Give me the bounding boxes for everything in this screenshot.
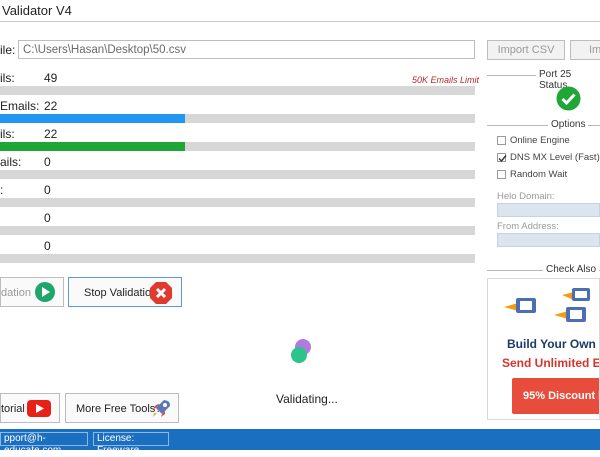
dns-mx-checkbox[interactable] bbox=[497, 153, 507, 163]
import-csv-button[interactable]: Import CSV bbox=[487, 40, 565, 60]
import-label: Im bbox=[589, 44, 600, 56]
checkmark-icon bbox=[498, 155, 507, 163]
helo-domain-label: Helo Domain: bbox=[497, 191, 555, 202]
tutorial-label: torial bbox=[1, 403, 25, 415]
stop-icon bbox=[150, 282, 172, 304]
youtube-icon bbox=[27, 400, 51, 417]
loading-spinner-icon bbox=[291, 339, 311, 363]
check-also-heading: Check Also bbox=[543, 264, 600, 275]
start-validation-button[interactable]: dation bbox=[0, 277, 64, 307]
stat-value: 0 bbox=[44, 239, 51, 253]
stat-progress-fill bbox=[0, 142, 186, 151]
options-heading: Options bbox=[548, 119, 589, 130]
more-free-tools-button[interactable]: More Free Tools? bbox=[65, 393, 179, 423]
start-validation-label: dation bbox=[1, 287, 31, 299]
discount-button[interactable]: 95% Discount N bbox=[512, 378, 600, 414]
stop-validation-button[interactable]: Stop Validation bbox=[68, 277, 182, 307]
import-button[interactable]: Im bbox=[570, 40, 600, 60]
stat-progress-fill bbox=[0, 114, 186, 123]
from-address-input[interactable] bbox=[497, 233, 600, 247]
stat-value: 22 bbox=[44, 99, 58, 113]
stat-progress-bar bbox=[0, 170, 475, 179]
stat-label: : bbox=[0, 183, 4, 197]
play-icon bbox=[35, 282, 55, 302]
title-bar: Validator V4 bbox=[0, 0, 600, 22]
window-title: Validator V4 bbox=[2, 3, 72, 18]
license-status: License: Freeware bbox=[93, 432, 169, 456]
file-path-input[interactable] bbox=[18, 40, 475, 59]
import-csv-label: Import CSV bbox=[497, 44, 555, 56]
helo-domain-input[interactable] bbox=[497, 203, 600, 217]
check-circle-icon bbox=[556, 86, 581, 111]
file-label: ile: bbox=[0, 43, 16, 57]
stat-value: 0 bbox=[44, 183, 51, 197]
promo-title: Build Your Own S bbox=[507, 337, 600, 351]
stop-validation-label: Stop Validation bbox=[84, 287, 158, 299]
status-bar: pport@h-educate.com License: Freeware bbox=[0, 429, 600, 456]
stat-progress-bar bbox=[0, 114, 475, 123]
stat-value: 22 bbox=[44, 127, 58, 141]
validating-status: Validating... bbox=[276, 392, 338, 406]
stat-label: ils: bbox=[0, 127, 15, 141]
rocket-icon bbox=[153, 400, 170, 417]
stat-label: Emails: bbox=[0, 99, 40, 113]
discount-label: 95% Discount N bbox=[523, 390, 600, 402]
stat-value: 49 bbox=[44, 71, 58, 85]
random-wait-checkbox[interactable] bbox=[497, 170, 506, 179]
stat-value: 0 bbox=[44, 211, 51, 225]
tutorial-button[interactable]: torial bbox=[0, 393, 60, 423]
more-free-tools-label: More Free Tools? bbox=[76, 403, 162, 415]
stat-label: ils: bbox=[0, 71, 15, 85]
from-address-label: From Address: bbox=[497, 221, 559, 232]
dns-mx-label: DNS MX Level (Fast) bbox=[510, 152, 600, 163]
online-engine-label: Online Engine bbox=[510, 135, 570, 146]
stat-progress-bar bbox=[0, 86, 475, 95]
random-wait-label: Random Wait bbox=[510, 169, 568, 180]
promo-banner[interactable]: Build Your Own S Send Unlimited E 95% Di… bbox=[487, 278, 600, 420]
emails-limit-note: 50K Emails Limit bbox=[412, 75, 480, 85]
stat-value: 0 bbox=[44, 155, 51, 169]
stat-progress-bar bbox=[0, 226, 475, 235]
support-email-link[interactable]: pport@h-educate.com bbox=[0, 432, 88, 456]
online-engine-checkbox[interactable] bbox=[497, 136, 506, 145]
stat-progress-bar bbox=[0, 142, 475, 151]
stat-progress-bar bbox=[0, 254, 475, 263]
stat-label: ails: bbox=[0, 155, 22, 169]
promo-subtitle: Send Unlimited E bbox=[502, 356, 600, 370]
email-rockets-icon bbox=[504, 288, 590, 322]
stat-progress-bar bbox=[0, 198, 475, 207]
